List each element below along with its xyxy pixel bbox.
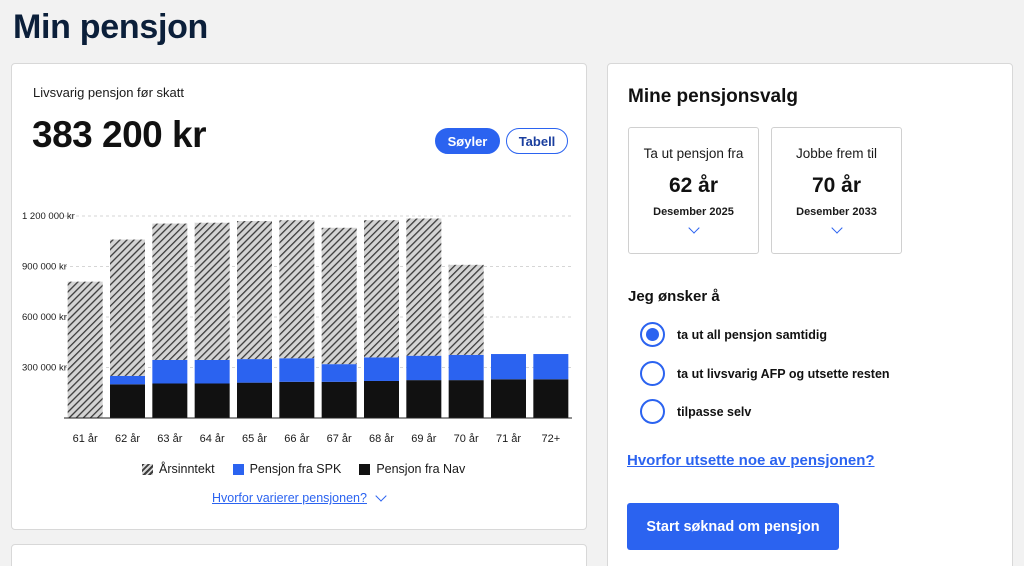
bar-segment: [152, 223, 188, 360]
want-title: Jeg ønsker å: [628, 288, 720, 305]
x-tick-label: 66 år: [284, 433, 309, 445]
bar-segment: [321, 381, 357, 418]
option-label: ta ut all pensjon samtidig: [677, 327, 828, 342]
legend-label-nav: Pensjon fra Nav: [376, 462, 466, 476]
bar-segment: [279, 358, 315, 382]
withdraw-from-date: Desember 2025: [653, 206, 734, 218]
work-until-value: 70 år: [811, 174, 862, 197]
page-title: Min pensjon: [13, 8, 209, 46]
work-until-label: Jobbe frem til: [795, 146, 878, 161]
bar-segment: [194, 222, 230, 360]
bar-segment: [237, 359, 272, 383]
legend-item-income: Årsinntekt: [142, 462, 215, 476]
chevron-down-icon: [375, 490, 387, 502]
option-label: tilpasse selv: [677, 404, 752, 419]
radio-unchecked-icon[interactable]: [640, 361, 665, 386]
bar-segment: [237, 382, 272, 418]
chevron-down-icon[interactable]: [831, 222, 843, 234]
pension-choices-card: Mine pensjonsvalg Ta ut pensjon fra 62 å…: [607, 63, 1013, 566]
bar-segment: [364, 357, 399, 381]
legend-label-income: Årsinntekt: [159, 462, 215, 476]
pension-chart-card: Livsvarig pensjon før skatt 383 200 kr S…: [11, 63, 587, 530]
x-tick-label: 69 år: [411, 433, 436, 445]
pension-bar-chart: 61 år 62 år 63 år 64 år 65 år 66 år 67 år 68 år…: [22, 211, 572, 445]
hatched-swatch-icon: [142, 463, 153, 475]
x-tick-label: 61 år: [73, 433, 98, 445]
option-custom[interactable]: tilpasse selv: [640, 399, 751, 424]
why-varies-label: Hvorfor varierer pensjonen?: [212, 491, 367, 505]
bar-segment: [279, 220, 315, 359]
bar-segment: [321, 227, 357, 365]
bar-segment: [491, 379, 526, 418]
bar-segment: [152, 383, 188, 418]
secondary-card: [11, 544, 587, 566]
bar-segment: [110, 375, 145, 385]
bar-segment: [237, 221, 272, 360]
work-until-box[interactable]: Jobbe frem til 70 år Desember 2033: [771, 127, 902, 254]
start-application-button[interactable]: Start søknad om pensjon: [627, 503, 839, 550]
legend-item-nav: Pensjon fra Nav: [359, 462, 465, 476]
bar-segment: [364, 380, 399, 418]
bar-segment: [406, 218, 442, 356]
bar-segment: [152, 359, 188, 384]
bar-segment: [448, 354, 484, 381]
bar-segment: [533, 354, 569, 380]
bar-segment: [67, 281, 103, 418]
x-tick-label: 65 år: [242, 433, 267, 445]
chevron-down-icon[interactable]: [688, 222, 700, 234]
bar-segment: [279, 381, 315, 418]
x-tick-label: 64 år: [200, 433, 225, 445]
x-tick-label: 71 år: [496, 433, 521, 445]
bar-segment: [321, 364, 357, 382]
legend-item-spk: Pensjon fra SPK: [232, 462, 342, 476]
bar-segment: [448, 264, 484, 355]
bar-segment: [364, 220, 399, 358]
bar-segment: [491, 354, 526, 380]
choices-title: Mine pensjonsvalg: [628, 86, 798, 107]
legend-label-spk: Pensjon fra SPK: [249, 462, 342, 476]
withdraw-from-box[interactable]: Ta ut pensjon fra 62 år Desember 2025: [628, 127, 759, 254]
bar-segment: [448, 380, 484, 418]
radio-unchecked-icon[interactable]: [640, 399, 665, 424]
x-tick-label: 70 år: [454, 433, 479, 445]
black-swatch-icon: [359, 463, 371, 475]
x-tick-label: 67 år: [327, 433, 352, 445]
y-tick-label: 600 000 kr: [22, 312, 67, 323]
bar-segment: [406, 355, 442, 381]
bar-segment: [406, 380, 442, 418]
why-varies-link[interactable]: Hvorfor varierer pensjonen?: [212, 490, 387, 505]
y-tick-label: 300 000 kr: [22, 363, 67, 374]
bar-segment: [194, 359, 230, 384]
y-tick-label: 1 200 000 kr: [22, 211, 75, 222]
x-tick-label: 72+: [541, 433, 560, 445]
withdraw-from-value: 62 år: [668, 174, 719, 197]
withdraw-from-label: Ta ut pensjon fra: [643, 146, 744, 161]
bar-segment: [110, 384, 145, 418]
x-tick-label: 68 år: [369, 433, 394, 445]
why-postpone-link[interactable]: Hvorfor utsette noe av pensjonen?: [627, 452, 875, 469]
x-tick-label: 63 år: [157, 433, 182, 445]
bar-segment: [533, 379, 569, 418]
chart-legend: Årsinntekt Pensjon fra SPK Pensjon fra N…: [142, 462, 465, 476]
blue-swatch-icon: [232, 463, 244, 475]
option-label: ta ut livsvarig AFP og utsette resten: [677, 366, 890, 381]
option-afp-postpone[interactable]: ta ut livsvarig AFP og utsette resten: [640, 361, 890, 386]
option-all-at-once[interactable]: ta ut all pensjon samtidig: [640, 322, 827, 347]
bar-segment: [110, 239, 145, 376]
work-until-date: Desember 2033: [796, 206, 877, 218]
y-tick-label: 900 000 kr: [22, 262, 67, 273]
x-tick-label: 62 år: [115, 433, 140, 445]
radio-checked-icon[interactable]: [640, 322, 665, 347]
bar-segment: [194, 383, 230, 418]
